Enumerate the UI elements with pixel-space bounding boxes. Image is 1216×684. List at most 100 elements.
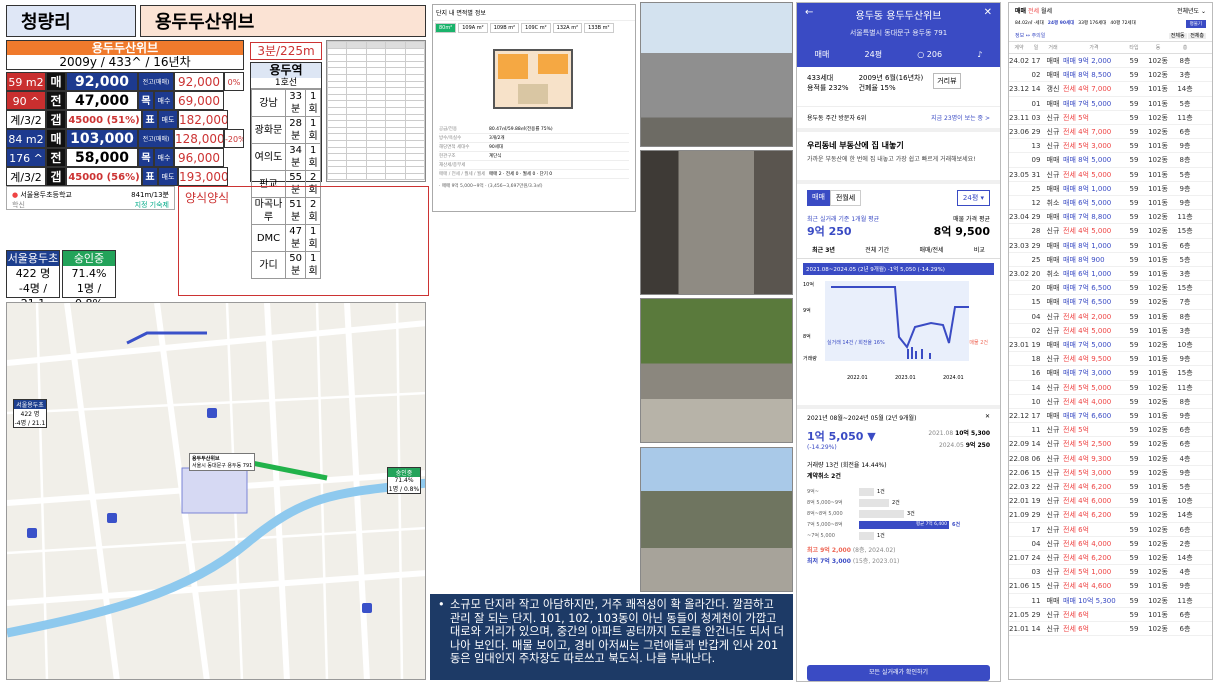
tx-row[interactable]: 11 신규 전세 5억 59 102동 6층 <box>1009 423 1212 438</box>
tx-row[interactable]: 22.08 06 신규 전세 4억 9,300 59 102동 4층 <box>1009 452 1212 466</box>
back-icon[interactable]: ← <box>805 7 813 22</box>
tx-row[interactable]: 23.12 14 갱신 전세 4억 7,000 59 101동 14층 <box>1009 82 1212 97</box>
tx-row[interactable]: 02 신규 전세 4억 5,000 59 101동 3층 <box>1009 324 1212 338</box>
tx-row[interactable]: 20 매매 매매 7억 6,500 59 102동 15층 <box>1009 281 1212 296</box>
tx-area-4[interactable]: 40평 72세대 <box>1110 20 1135 28</box>
bell-icon[interactable]: ♪ <box>977 45 982 67</box>
floorplan-tab[interactable]: 109B m² <box>489 23 520 33</box>
all-tx-button[interactable]: 모든 실거래가 확인하기 <box>807 665 990 681</box>
tx-row[interactable]: 28 신규 전세 4억 5,000 59 102동 15층 <box>1009 224 1212 239</box>
price-size: 계/3/2 <box>6 167 46 186</box>
tx-area-2[interactable]: 24평 90세대 <box>1048 20 1075 28</box>
tx-tab-jeonse[interactable]: 전세 <box>1028 8 1039 15</box>
floorplan-tab[interactable]: 80m² <box>435 23 457 33</box>
tx-row[interactable]: 25 매매 매매 8억 1,000 59 101동 9층 <box>1009 182 1212 196</box>
range-type[interactable]: 매매/전세 <box>919 245 943 254</box>
photo-3[interactable] <box>640 298 793 443</box>
map-view[interactable]: 용두두산위브 서울시 동대문구 용두동 791 서울용두초 422 명 -4명 … <box>6 302 426 680</box>
tx-row[interactable]: 22.03 22 신규 전세 4억 6,200 59 101동 5층 <box>1009 480 1212 495</box>
tx-row[interactable]: 21.09 29 신규 전세 4억 6,200 59 102동 14층 <box>1009 508 1212 523</box>
floorplan-tab[interactable]: 109A m² <box>458 23 488 33</box>
tx-row[interactable]: 22.09 14 신규 전세 5억 2,500 59 102동 6층 <box>1009 437 1212 452</box>
map-marker-3[interactable] <box>27 528 37 538</box>
tx-row[interactable]: 15 매매 매매 7억 6,500 59 102동 7층 <box>1009 295 1212 310</box>
tx-cell: 11층 <box>1177 113 1193 122</box>
close-icon[interactable]: ✕ <box>984 7 992 22</box>
tx-cell: 매매 7억 6,600 <box>1063 412 1112 420</box>
tx-area-button[interactable]: 평물기 <box>1185 20 1206 28</box>
range-3y[interactable]: 최근 3년 <box>812 245 835 254</box>
seg-sale[interactable]: 매매 <box>807 190 830 206</box>
photo-2[interactable] <box>640 150 793 295</box>
map-marker-2[interactable] <box>207 408 217 418</box>
tx-filter-floor[interactable]: 전체층 <box>1188 33 1206 39</box>
visitors-now[interactable]: 지금 23명이 보는 중 > <box>931 113 990 122</box>
map-school2-card[interactable]: 숭인중 71.4% 1명 / 0.8% <box>387 467 421 494</box>
tx-filter-dong[interactable]: 전체동 <box>1168 33 1187 39</box>
ranking-row <box>327 80 425 89</box>
tx-row[interactable]: 14 신규 전세 5억 5,000 59 102동 11층 <box>1009 381 1212 395</box>
tx-row[interactable]: 09 매매 매매 8억 5,000 59 102동 8층 <box>1009 153 1212 168</box>
range-compare[interactable]: 비교 <box>974 245 985 254</box>
range-all[interactable]: 전체 기간 <box>865 245 889 254</box>
price-chart[interactable]: 2021.08~2024.05 (2년 9개월) -1억 5,050 (-14.… <box>803 263 994 401</box>
photo-4[interactable] <box>640 447 793 592</box>
tx-row[interactable]: 21.05 29 신규 전세 6억 59 101동 6층 <box>1009 608 1212 622</box>
tx-cell: 11 <box>1031 596 1041 605</box>
tx-row[interactable]: 04 신규 전세 4억 2,000 59 101동 8층 <box>1009 310 1212 324</box>
period-close-icon[interactable]: ✕ <box>985 413 990 422</box>
tx-row[interactable]: 24.02 17 매매 매매 9억 2,000 59 102동 8층 <box>1009 54 1212 69</box>
photo-1[interactable] <box>640 2 793 147</box>
floorplan-tab[interactable]: 133B m² <box>584 23 614 33</box>
tx-row[interactable]: 22.12 17 매매 매매 7억 6,600 59 101동 9층 <box>1009 409 1212 424</box>
tx-row[interactable]: 13 신규 전세 5억 3,000 59 101동 9층 <box>1009 139 1212 154</box>
tx-row[interactable]: 23.01 19 매매 매매 7억 5,000 59 102동 10층 <box>1009 338 1212 353</box>
tx-row[interactable]: 22.06 15 신규 전세 5억 3,000 59 102동 9층 <box>1009 466 1212 480</box>
tx-row[interactable]: 23.05 31 신규 전세 4억 5,000 59 101동 5층 <box>1009 168 1212 182</box>
tx-row[interactable]: 23.04 29 매매 매매 7억 8,800 59 102동 11층 <box>1009 210 1212 225</box>
tx-row[interactable]: 04 신규 전세 6억 4,000 59 102동 2층 <box>1009 537 1212 551</box>
tx-cell: 101동 <box>1148 369 1168 378</box>
sell-banner[interactable]: 우리동네 부동산에 집 내놓기 가까운 부동산에 한 번에 집 내놓고 가장 쉽… <box>797 132 1000 184</box>
pyeong-select[interactable]: 24평 ▾ <box>956 190 990 206</box>
tx-area-3[interactable]: 33평 176세대 <box>1078 20 1106 28</box>
tx-row[interactable]: 01 매매 매매 7억 5,000 59 101동 5층 <box>1009 97 1212 111</box>
tx-cell: 101동 <box>1148 85 1168 94</box>
tab-comments[interactable]: ○ 206 <box>917 45 942 67</box>
tx-row[interactable]: 21.06 15 신규 전세 4억 4,600 59 101동 9층 <box>1009 579 1212 594</box>
tx-row[interactable]: 23.11 03 신규 전세 5억 59 102동 11층 <box>1009 111 1212 125</box>
tx-row[interactable]: 21.01 14 신규 전세 6억 59 102동 6층 <box>1009 622 1212 637</box>
seg-rent[interactable]: 전월세 <box>829 190 862 206</box>
map-school1-card[interactable]: 서울용두초 422 명 -4명 / 21.1 <box>13 399 47 428</box>
tx-row[interactable]: 21.07 24 신규 전세 4억 6,200 59 102동 14층 <box>1009 551 1212 566</box>
map-marker-1[interactable] <box>107 513 117 523</box>
tab-sale[interactable]: 매매 <box>815 45 830 67</box>
tx-row[interactable]: 03 신규 전세 5억 1,000 59 102동 4층 <box>1009 565 1212 580</box>
tx-row[interactable]: 23.02 20 취소 매매 6억 1,000 59 101동 3층 <box>1009 267 1212 282</box>
tx-area-1[interactable]: 84.02㎡ -세대 <box>1015 20 1044 28</box>
tx-row[interactable]: 23.06 29 신규 전세 4억 7,000 59 102동 6층 <box>1009 125 1212 140</box>
tx-cell: 101동 <box>1148 582 1168 591</box>
tx-tab-sale[interactable]: 매매 <box>1015 8 1026 15</box>
streetview-button[interactable]: 거리뷰 <box>933 73 961 89</box>
map-marker-4[interactable] <box>362 603 372 613</box>
tx-row[interactable]: 22.01 19 신규 전세 4억 6,000 59 101동 10층 <box>1009 494 1212 509</box>
ranking-cell <box>404 139 425 148</box>
tab-pyeong[interactable]: 24평 <box>865 45 883 67</box>
tx-row[interactable]: 23.03 29 매매 매매 8억 1,000 59 101동 6층 <box>1009 239 1212 253</box>
tx-tab-wolse[interactable]: 월세 <box>1041 8 1052 15</box>
tx-row[interactable]: 16 매매 매매 7억 3,000 59 101동 15층 <box>1009 366 1212 381</box>
tx-row[interactable]: 02 매매 매매 8억 8,500 59 102동 3층 <box>1009 68 1212 83</box>
floorplan-tab[interactable]: 109C m² <box>521 23 551 33</box>
tx-row[interactable]: 12 취소 매매 6억 5,000 59 101동 9층 <box>1009 196 1212 211</box>
floorplan-tab[interactable]: 132A m² <box>552 23 583 33</box>
tx-row[interactable]: 11 매매 매매 10억 5,300 59 102동 11층 <box>1009 594 1212 608</box>
tx-row[interactable]: 25 매매 매매 8억 900 59 101동 5층 <box>1009 253 1212 267</box>
tx-scope-select[interactable]: 전체년도 ⌄ <box>1177 6 1206 15</box>
tx-row[interactable]: 18 신규 전세 4억 9,500 59 101동 9층 <box>1009 352 1212 367</box>
tx-cell: 16 <box>1031 369 1041 378</box>
tx-row[interactable]: 17 신규 전세 6억 59 102동 6층 <box>1009 523 1212 537</box>
tx-cell: 04 <box>1031 539 1041 548</box>
tx-row[interactable]: 10 신규 전세 4억 4,000 59 102동 8층 <box>1009 395 1212 409</box>
tx-cell: 6층 <box>1179 128 1191 136</box>
